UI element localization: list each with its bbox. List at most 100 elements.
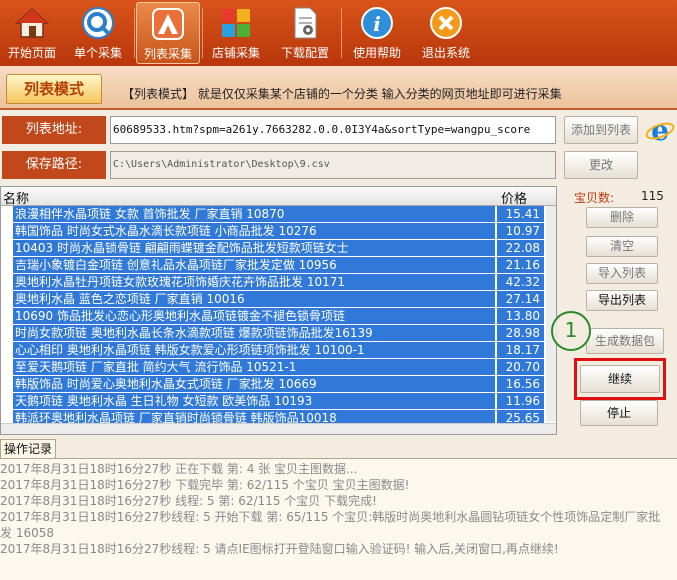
item-count-value: 115 [641, 189, 664, 203]
change-path-button[interactable]: 更改 [564, 151, 638, 179]
list-row[interactable]: 天鹅项链 奥地利水晶 生日礼物 女短款 欧美饰品 10193 11.96 [1, 393, 546, 409]
item-count: 宝贝数: 115 [574, 189, 664, 206]
row-name: 至爱天鹅项链 厂家直批 简约大气 流行饰品 10521-1 [13, 359, 495, 375]
toolbar-label: 下载配置 [280, 46, 329, 60]
step-annotation-circle: 1 [551, 311, 591, 351]
list-url-input[interactable]: 60689533.htm?spm=a261y.7663282.0.0.0I3Y4… [110, 116, 556, 144]
row-price: 28.98 [497, 325, 544, 341]
toolbar-label: 店铺采集 [211, 46, 260, 60]
delete-button[interactable]: 删除 [586, 207, 658, 228]
list-row[interactable]: 韩国饰品 时尚女式水晶水滴长款项链 小商品批发 10276 10.97 [1, 223, 546, 239]
toolbar-separator [202, 8, 203, 58]
row-name: 10690 饰品批发心恋心形奥地利水晶项链镀金不褪色锁骨项链 [13, 308, 495, 324]
svg-text:i: i [373, 12, 381, 36]
row-price: 16.56 [497, 376, 544, 392]
log-line: 2017年8月31日18时16分27秒 线程: 5 第: 62/115 个宝贝 … [0, 494, 377, 508]
row-price: 22.08 [497, 240, 544, 256]
toolbar-label: 退出系统 [421, 46, 470, 60]
list-row[interactable]: 时尚女款项链 奥地利水晶长条水滴款项链 爆款项链饰品批发16139 28.98 [1, 325, 546, 341]
toolbar-shop-collect[interactable]: 店铺采集 [204, 2, 268, 64]
save-path-label: 保存路径: [2, 151, 106, 179]
row-price: 11.96 [497, 393, 544, 409]
list-mode-tab[interactable]: 列表模式 [6, 74, 102, 104]
col-price-header[interactable]: 价格 [501, 188, 527, 207]
list-row[interactable]: 至爱天鹅项链 厂家直批 简约大气 流行饰品 10521-1 20.70 [1, 359, 546, 375]
list-row[interactable]: 吉瑞小象镀白金项链 创意礼品水晶项链厂家批发定做 10956 21.16 [1, 257, 546, 273]
search-q-icon [82, 7, 114, 39]
row-name: 奥地利水晶牡丹项链女款玫瑰花项饰婚庆花卉饰品批发 10171 [13, 274, 495, 290]
row-name: 时尚女款项链 奥地利水晶长条水滴款项链 爆款项链饰品批发16139 [13, 325, 495, 341]
row-price: 13.80 [497, 308, 544, 324]
row-name: 浪漫相伴水晶项链 女款 首饰批发 厂家直销 10870 [13, 206, 495, 222]
clear-button[interactable]: 清空 [586, 236, 658, 257]
toolbar-exit[interactable]: 退出系统 [414, 2, 478, 64]
continue-highlight-box: 继续 [574, 358, 666, 400]
log-line: 2017年8月31日18时16分27秒线程: 5 开始下载 第: 65/115 … [0, 510, 661, 540]
toolbar-label: 开始页面 [7, 46, 56, 60]
row-price: 21.16 [497, 257, 544, 273]
toolbar-label: 列表采集 [143, 47, 192, 61]
exit-icon [430, 7, 462, 39]
row-name: 韩版饰品 时尚爱心奥地利水晶女式项链 厂家批发 10669 [13, 376, 495, 392]
mode-bar: 列表模式 【列表模式】 就是仅仅采集某个店铺的一个分类 输入分类的网页地址即可进… [0, 66, 677, 110]
operation-log: 2017年8月31日18时16分27秒 正在下载 第: 4 张 宝贝主图数据..… [0, 458, 677, 580]
row-price: 27.14 [497, 291, 544, 307]
list-collect-icon [152, 8, 184, 40]
import-list-button[interactable]: 导入列表 [586, 263, 658, 284]
row-name: 10403 时尚水晶锁骨链 翩翩雨蝶镀金配饰品批发短款项链女士 [13, 240, 495, 256]
export-list-button[interactable]: 导出列表 [586, 290, 658, 311]
save-path-input[interactable]: C:\Users\Administrator\Desktop\9.csv [110, 151, 556, 179]
list-row[interactable]: 10690 饰品批发心恋心形奥地利水晶项链镀金不褪色锁骨项链 13.80 [1, 308, 546, 324]
generate-package-button[interactable]: 生成数据包 [586, 328, 664, 354]
toolbar-label: 使用帮助 [352, 46, 401, 60]
list-vertical-scrollbar[interactable] [546, 206, 556, 422]
main-toolbar: 开始页面 单个采集 列表采集 店铺采集 下载配置 i 使用帮助 退出系统 [0, 0, 677, 66]
list-header: 名称 价格 [1, 187, 556, 207]
row-name: 奥地利水晶 蓝色之恋项链 厂家直销 10016 [13, 291, 495, 307]
row-price: 15.41 [497, 206, 544, 222]
log-tab[interactable]: 操作记录 [0, 439, 56, 459]
continue-button[interactable]: 继续 [580, 365, 660, 393]
toolbar-label: 单个采集 [73, 46, 122, 60]
toolbar-separator [341, 8, 342, 58]
list-row[interactable]: 韩版饰品 时尚爱心奥地利水晶女式项链 厂家批发 10669 16.56 [1, 376, 546, 392]
list-horizontal-scrollbar[interactable] [1, 423, 556, 434]
col-name-header[interactable]: 名称 [3, 188, 29, 207]
stop-button[interactable]: 停止 [580, 400, 658, 426]
toolbar-home[interactable]: 开始页面 [0, 2, 64, 64]
row-name: 韩国饰品 时尚女式水晶水滴长款项链 小商品批发 10276 [13, 223, 495, 239]
toolbar-help[interactable]: i 使用帮助 [345, 2, 409, 64]
config-doc-icon [294, 7, 317, 39]
home-icon [15, 7, 49, 38]
toolbar-separator [134, 8, 135, 58]
row-price: 20.70 [497, 359, 544, 375]
list-rows: 浪漫相伴水晶项链 女款 首饰批发 厂家直销 10870 15.41 韩国饰品 时尚女… [1, 206, 546, 427]
side-panel: 宝贝数: 115 删除 清空 导入列表 导出列表 生成数据包 1 继续 停止 [551, 186, 677, 435]
add-to-list-button[interactable]: 添加到列表 [564, 116, 638, 144]
log-line: 2017年8月31日18时16分27秒 正在下载 第: 4 张 宝贝主图数据..… [0, 462, 358, 476]
row-name: 天鹅项链 奥地利水晶 生日礼物 女短款 欧美饰品 10193 [13, 393, 495, 409]
list-row[interactable]: 奥地利水晶牡丹项链女款玫瑰花项饰婚庆花卉饰品批发 10171 42.32 [1, 274, 546, 290]
help-icon: i [361, 7, 393, 39]
list-url-label: 列表地址: [2, 116, 106, 144]
mode-description: 【列表模式】 就是仅仅采集某个店铺的一个分类 输入分类的网页地址即可进行采集 [122, 87, 562, 101]
list-row[interactable]: 浪漫相伴水晶项链 女款 首饰批发 厂家直销 10870 15.41 [1, 206, 546, 222]
row-price: 42.32 [497, 274, 544, 290]
ie-browser-icon[interactable]: e [645, 114, 675, 146]
list-row[interactable]: 心心相印 奥地利水晶项链 韩版女款爱心形项链项饰批发 10100-1 18.17 [1, 342, 546, 358]
item-list[interactable]: 名称 价格 浪漫相伴水晶项链 女款 首饰批发 厂家直销 10870 15.41 韩国… [0, 186, 557, 435]
row-name: 心心相印 奥地利水晶项链 韩版女款爱心形项链项饰批发 10100-1 [13, 342, 495, 358]
toolbar-list-collect[interactable]: 列表采集 [136, 2, 200, 64]
toolbar-single-collect[interactable]: 单个采集 [66, 2, 130, 64]
list-row[interactable]: 10403 时尚水晶锁骨链 翩翩雨蝶镀金配饰品批发短款项链女士 22.08 [1, 240, 546, 256]
log-line: 2017年8月31日18时16分27秒 下载完毕 第: 62/115 个宝贝 宝… [0, 478, 410, 492]
row-name: 吉瑞小象镀白金项链 创意礼品水晶项链厂家批发定做 10956 [13, 257, 495, 273]
log-line: 2017年8月31日18时16分27秒线程: 5 请点IE图标打开登陆窗口输入验… [0, 542, 559, 556]
svg-text:e: e [651, 114, 669, 146]
shop-icon [222, 9, 250, 37]
row-price: 18.17 [497, 342, 544, 358]
item-count-label: 宝贝数: [574, 191, 615, 205]
toolbar-download-config[interactable]: 下载配置 [273, 2, 337, 64]
list-row[interactable]: 奥地利水晶 蓝色之恋项链 厂家直销 10016 27.14 [1, 291, 546, 307]
row-price: 10.97 [497, 223, 544, 239]
